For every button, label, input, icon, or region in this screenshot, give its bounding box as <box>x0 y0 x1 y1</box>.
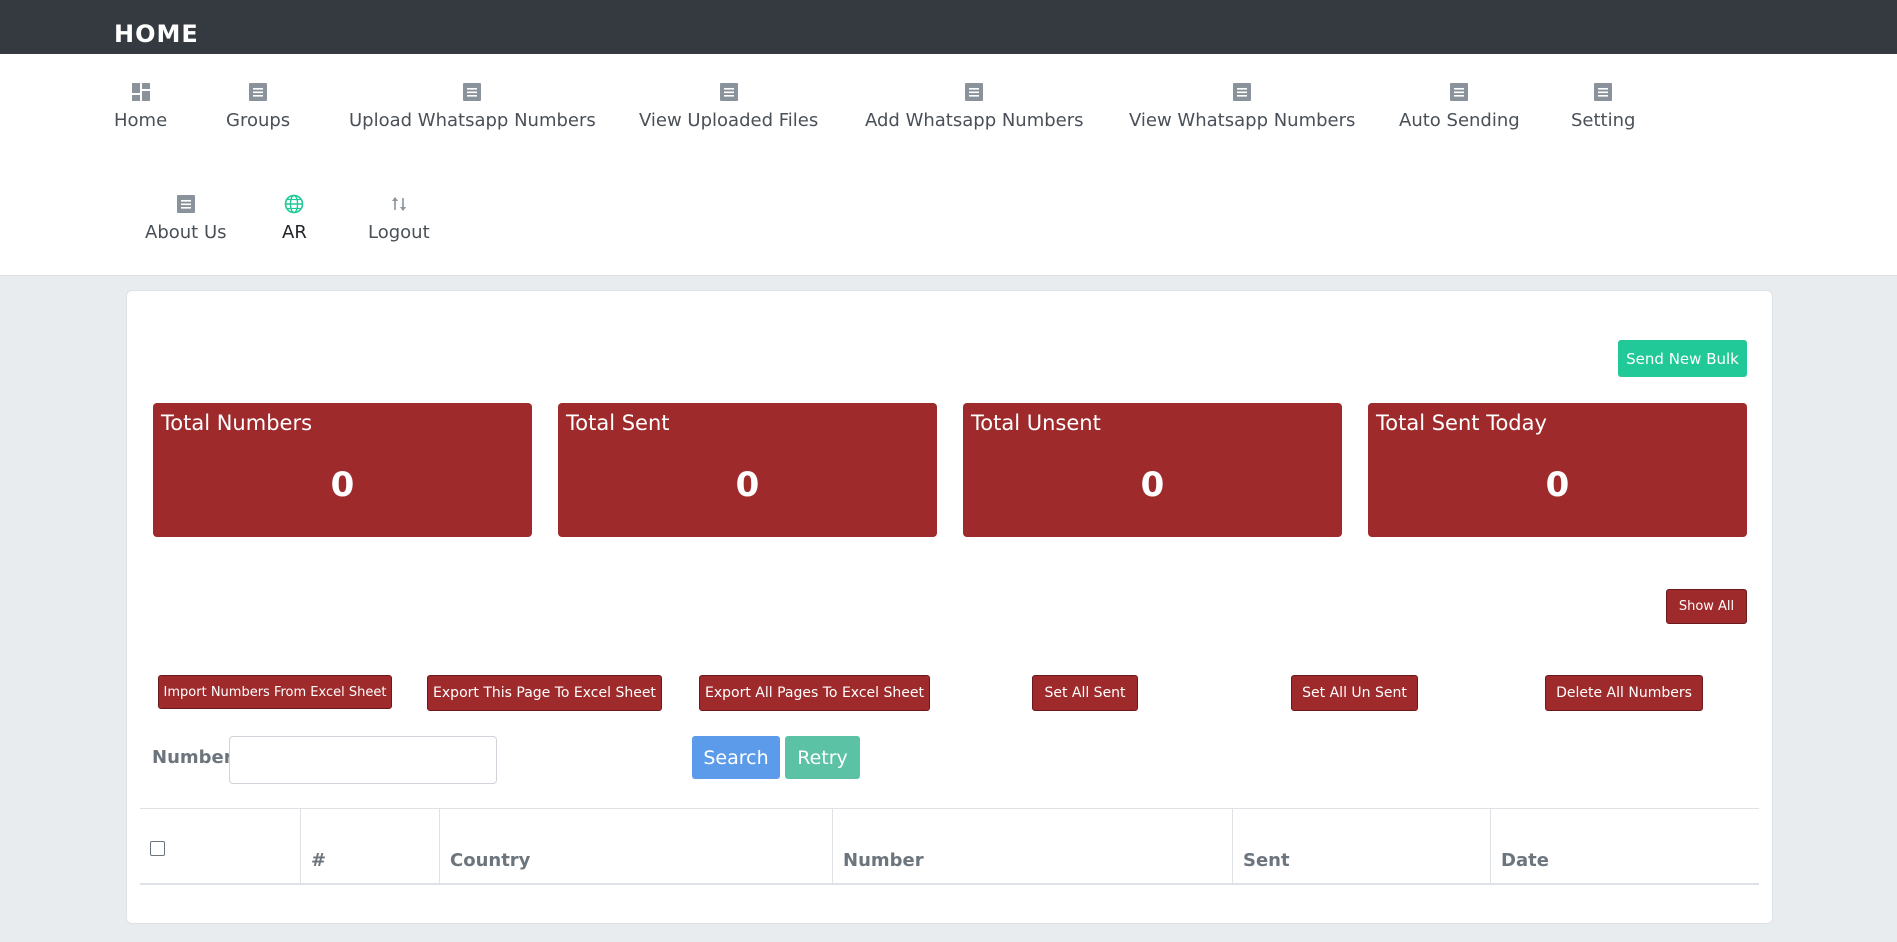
list-icon <box>1449 82 1469 102</box>
stat-label: Total Unsent <box>971 411 1101 435</box>
nav-item-view-uploaded-files[interactable]: View Uploaded Files <box>639 82 818 131</box>
numbers-table: # Country Number Sent Date <box>140 808 1759 885</box>
list-icon <box>176 194 196 214</box>
table-header-country: Country <box>439 809 832 884</box>
stat-value: 0 <box>735 465 760 505</box>
stat-label: Total Sent <box>566 411 670 435</box>
search-button[interactable]: Search <box>692 736 780 779</box>
nav-item-label: Logout <box>368 222 430 243</box>
stat-card-total-sent-today: Total Sent Today 0 <box>1368 403 1747 537</box>
set-all-sent-button[interactable]: Set All Sent <box>1032 675 1138 711</box>
nav-item-view-whatsapp-numbers[interactable]: View Whatsapp Numbers <box>1129 82 1355 131</box>
nav-item-label: Auto Sending <box>1399 110 1520 131</box>
select-all-checkbox[interactable] <box>150 841 165 856</box>
list-icon <box>964 82 984 102</box>
export-all-pages-button[interactable]: Export All Pages To Excel Sheet <box>699 675 930 711</box>
nav-item-label: Upload Whatsapp Numbers <box>349 110 596 131</box>
table-header-sent: Sent <box>1232 809 1490 884</box>
stat-card-total-numbers: Total Numbers 0 <box>153 403 532 537</box>
nav-item-upload-whatsapp-numbers[interactable]: Upload Whatsapp Numbers <box>349 82 596 131</box>
stat-card-total-sent: Total Sent 0 <box>558 403 937 537</box>
list-icon <box>1593 82 1613 102</box>
list-icon <box>1232 82 1252 102</box>
top-bar: HOME <box>0 0 1897 54</box>
retry-button[interactable]: Retry <box>785 736 860 779</box>
delete-all-numbers-button[interactable]: Delete All Numbers <box>1545 675 1703 711</box>
set-all-un-sent-button[interactable]: Set All Un Sent <box>1291 675 1418 711</box>
nav-item-label: View Uploaded Files <box>639 110 819 131</box>
nav-item-auto-sending[interactable]: Auto Sending <box>1399 82 1520 131</box>
number-search-label: Number <box>152 747 233 768</box>
nav-item-label: Groups <box>226 110 291 131</box>
nav-item-label: Home <box>114 110 168 131</box>
nav-item-home[interactable]: Home <box>114 82 167 131</box>
table-header-select <box>140 809 300 884</box>
table-header-date: Date <box>1490 809 1759 884</box>
nav-item-label: Add Whatsapp Numbers <box>865 110 1084 131</box>
nav-item-label: Setting <box>1571 110 1636 131</box>
number-search-input[interactable] <box>229 736 497 784</box>
table-header-number: Number <box>832 809 1232 884</box>
export-this-page-button[interactable]: Export This Page To Excel Sheet <box>427 675 662 711</box>
send-new-bulk-button[interactable]: Send New Bulk <box>1618 340 1747 377</box>
show-all-button[interactable]: Show All <box>1666 589 1747 624</box>
nav-item-language-ar[interactable]: AR <box>282 194 307 243</box>
import-numbers-button[interactable]: Import Numbers From Excel Sheet <box>158 675 392 709</box>
sort-arrows-icon <box>389 194 409 214</box>
nav-item-label: AR <box>282 222 307 243</box>
nav-item-label: View Whatsapp Numbers <box>1129 110 1356 131</box>
stat-label: Total Numbers <box>161 411 313 435</box>
main-navigation: Home Groups Upload Whatsapp Numbers View… <box>0 54 1897 276</box>
stat-value: 0 <box>330 465 355 505</box>
list-icon <box>248 82 268 102</box>
nav-item-label: About Us <box>145 222 227 243</box>
dashboard-icon <box>131 82 151 102</box>
list-icon <box>719 82 739 102</box>
nav-item-setting[interactable]: Setting <box>1571 82 1635 131</box>
nav-item-about-us[interactable]: About Us <box>145 194 227 243</box>
table-header-index: # <box>300 809 439 884</box>
globe-icon <box>284 194 304 214</box>
list-icon <box>462 82 482 102</box>
stat-label: Total Sent Today <box>1376 411 1547 435</box>
nav-item-add-whatsapp-numbers[interactable]: Add Whatsapp Numbers <box>865 82 1084 131</box>
nav-item-logout[interactable]: Logout <box>368 194 430 243</box>
nav-item-groups[interactable]: Groups <box>226 82 290 131</box>
stat-card-total-unsent: Total Unsent 0 <box>963 403 1342 537</box>
stat-value: 0 <box>1140 465 1165 505</box>
page-title: HOME <box>114 20 199 48</box>
stat-value: 0 <box>1545 465 1570 505</box>
